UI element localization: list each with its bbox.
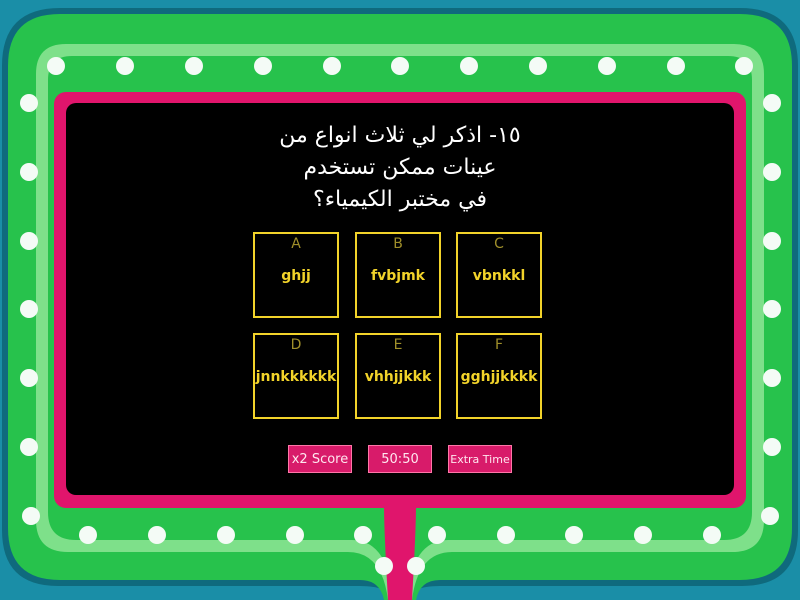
card-letter: F — [494, 337, 504, 353]
frame-light-dot — [735, 57, 753, 75]
card-letter: B — [393, 236, 403, 252]
frame-light-dot — [286, 526, 304, 544]
frame-light-dot — [634, 526, 652, 544]
fifty-fifty-button[interactable]: 50:50 — [368, 445, 432, 473]
frame-light-dot — [565, 526, 583, 544]
frame-light-dot — [20, 163, 38, 181]
answer-card-d[interactable]: D jnnkkkkkk — [253, 333, 339, 419]
frame-light-dot — [703, 526, 721, 544]
frame-light-dot — [217, 526, 235, 544]
extra-time-button[interactable]: Extra Time — [448, 445, 512, 473]
frame-light-dot — [20, 232, 38, 250]
frame-light-dot — [529, 57, 547, 75]
frame-light-dot — [20, 300, 38, 318]
answer-card-e[interactable]: E vhhjjkkk — [355, 333, 441, 419]
double-score-button[interactable]: x2 Score — [288, 445, 352, 473]
frame-light-dot — [460, 57, 478, 75]
frame-light-dot — [254, 57, 272, 75]
card-letter: D — [290, 337, 302, 353]
frame-light-dot — [497, 526, 515, 544]
card-answer: ghjj — [281, 268, 311, 284]
frame-light-dot — [667, 57, 685, 75]
frame-light-dot — [20, 94, 38, 112]
answer-card-f[interactable]: F gghjjkkkk — [456, 333, 542, 419]
frame-light-dot — [391, 57, 409, 75]
card-answer: vbnkkl — [472, 268, 526, 284]
card-answer: vhhjjkkk — [364, 369, 432, 385]
frame-light-dot — [375, 557, 393, 575]
card-answer: jnnkkkkkk — [255, 369, 337, 385]
frame-light-dot — [323, 57, 341, 75]
card-letter: E — [393, 337, 403, 353]
frame-light-dot — [428, 526, 446, 544]
question-text: ١٥- اذكر لي ثلاث انواع من عينات ممكن تست… — [279, 123, 521, 212]
frame-light-dot — [763, 232, 781, 250]
card-letter: C — [494, 236, 504, 252]
frame-light-dot — [763, 94, 781, 112]
frame-light-dot — [407, 557, 425, 575]
frame-light-dot — [354, 526, 372, 544]
frame-light-dot — [148, 526, 166, 544]
answer-card-b[interactable]: B fvbjmk — [355, 232, 441, 318]
frame-light-dot — [598, 57, 616, 75]
frame-light-dot — [761, 507, 779, 525]
frame-neck — [384, 505, 416, 600]
frame-light-dot — [116, 57, 134, 75]
frame-light-dot — [79, 526, 97, 544]
answer-card-c[interactable]: C vbnkkl — [456, 232, 542, 318]
answer-card-a[interactable]: A ghjj — [253, 232, 339, 318]
frame-light-dot — [22, 507, 40, 525]
frame-light-dot — [20, 438, 38, 456]
card-letter: A — [291, 236, 301, 252]
frame-light-dot — [763, 300, 781, 318]
frame-light-dot — [763, 163, 781, 181]
card-answer: fvbjmk — [371, 268, 425, 284]
frame-light-dot — [47, 57, 65, 75]
frame-light-dot — [763, 438, 781, 456]
frame-light-dot — [20, 369, 38, 387]
frame-light-dot — [763, 369, 781, 387]
frame-light-dot — [185, 57, 203, 75]
card-answer: gghjjkkkk — [460, 369, 538, 385]
